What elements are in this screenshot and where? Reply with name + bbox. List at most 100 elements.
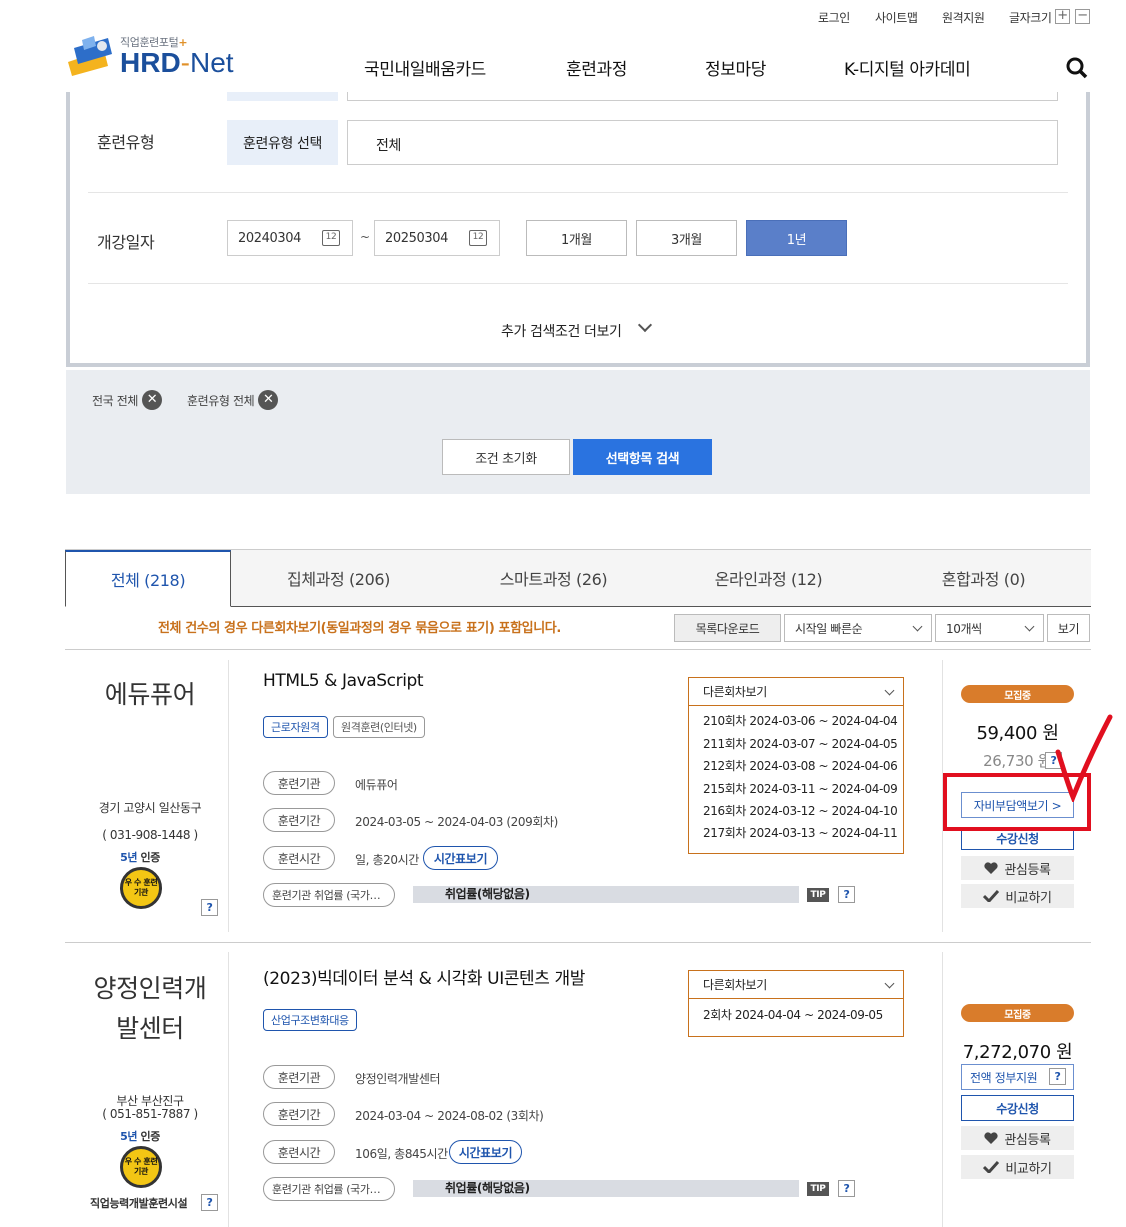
institution-name[interactable]: 에듀퓨어 bbox=[70, 675, 230, 715]
selected-filters-bar bbox=[66, 370, 1090, 494]
course-price: 7,272,070 원 bbox=[962, 1042, 1073, 1063]
heart-icon bbox=[984, 1132, 998, 1144]
list-notice: 전체 건수의 경우 다른회차보기(동일과정의 경우 묶음으로 표기) 포함입니다… bbox=[158, 621, 561, 636]
chevron-down-icon bbox=[912, 621, 923, 632]
start-date-label: 개강일자 bbox=[97, 233, 155, 252]
other-rounds-dropdown[interactable]: 다른회차보기 210회차 2024-03-06 ~ 2024-04-04 211… bbox=[688, 677, 904, 854]
tab-smart[interactable]: 스마트과정 (26) bbox=[446, 550, 661, 606]
date-tilde: ~ bbox=[360, 230, 370, 244]
timetable-button[interactable]: 시간표보기 bbox=[449, 1140, 522, 1164]
self-pay-price: 26,730 원 bbox=[983, 752, 1051, 770]
employment-rate-bar: 취업률(해당없음) bbox=[413, 886, 799, 903]
round-item[interactable]: 217회차 2024-03-13 ~ 2024-04-11 bbox=[689, 823, 903, 843]
date-from-input[interactable]: 20240304 12 bbox=[227, 220, 353, 256]
remove-chip-icon[interactable]: ✕ bbox=[258, 390, 279, 410]
org-value: 에듀퓨어 bbox=[355, 778, 398, 792]
hours-value: 일, 총20시간 bbox=[355, 853, 419, 867]
filter-chip-region: 전국 전체 ✕ bbox=[92, 390, 162, 410]
list-download-button[interactable]: 목록다운로드 bbox=[674, 614, 781, 642]
recruiting-badge: 모집중 bbox=[961, 685, 1074, 703]
excellent-institution-medal-icon: 우 수 훈련기관 bbox=[120, 867, 162, 909]
page-size-select[interactable]: 10개씩 bbox=[935, 614, 1044, 642]
gnb-k-digital[interactable]: K-디지털 아카데미 bbox=[844, 55, 971, 80]
prev-row-field[interactable] bbox=[347, 92, 1058, 101]
annotation-checkmark-icon bbox=[1055, 714, 1113, 802]
help-icon[interactable]: ? bbox=[838, 1180, 855, 1197]
tab-classroom[interactable]: 집체과정 (206) bbox=[231, 550, 446, 606]
round-item[interactable]: 211회차 2024-03-07 ~ 2024-04-05 bbox=[689, 733, 903, 756]
compare-button[interactable]: 비교하기 bbox=[961, 884, 1074, 908]
help-icon[interactable]: ? bbox=[838, 886, 855, 903]
filter-chip-type: 훈련유형 전체 ✕ bbox=[187, 390, 279, 410]
divider bbox=[88, 283, 1068, 284]
round-item[interactable]: 210회차 2024-03-06 ~ 2024-04-04 bbox=[689, 710, 903, 733]
round-item[interactable]: 212회차 2024-03-08 ~ 2024-04-06 bbox=[689, 755, 903, 778]
compare-button[interactable]: 비교하기 bbox=[961, 1155, 1074, 1179]
gnb-info[interactable]: 정보마당 bbox=[705, 55, 766, 80]
training-type-value[interactable]: 전체 bbox=[347, 120, 1058, 165]
font-size-label: 글자크기 bbox=[1009, 11, 1052, 25]
period-1month-button[interactable]: 1개월 bbox=[526, 220, 627, 256]
apply-button[interactable]: 수강신청 bbox=[961, 828, 1074, 850]
font-increase-button[interactable]: + bbox=[1055, 9, 1070, 24]
font-decrease-button[interactable]: − bbox=[1075, 9, 1090, 24]
facility-type-label: 직업능력개발훈련시설 bbox=[90, 1197, 188, 1210]
login-link[interactable]: 로그인 bbox=[818, 9, 850, 26]
gnb-card[interactable]: 국민내일배움카드 bbox=[364, 55, 486, 80]
chevron-down-icon bbox=[884, 685, 895, 696]
help-icon[interactable]: ? bbox=[201, 899, 218, 916]
date-to-input[interactable]: 20250304 12 bbox=[374, 220, 500, 256]
calendar-icon[interactable]: 12 bbox=[469, 230, 487, 246]
period-value: 2024-03-05 ~ 2024-04-03 (209회차) bbox=[355, 815, 558, 829]
tip-badge[interactable]: TIP bbox=[807, 1182, 829, 1196]
round-item[interactable]: 216회차 2024-03-12 ~ 2024-04-10 bbox=[689, 800, 903, 823]
hrd-net-logo-icon[interactable] bbox=[64, 36, 116, 76]
course-title[interactable]: HTML5 & JavaScript bbox=[263, 671, 424, 691]
timetable-button[interactable]: 시간표보기 bbox=[423, 846, 498, 870]
column-divider bbox=[942, 952, 943, 1227]
gnb-courses[interactable]: 훈련과정 bbox=[566, 55, 627, 80]
certification-label: 5년 인증 bbox=[120, 851, 160, 864]
tab-all[interactable]: 전체 (218) bbox=[65, 550, 231, 607]
other-rounds-dropdown[interactable]: 다른회차보기 2회차 2024-04-04 ~ 2024-09-05 bbox=[688, 970, 904, 1037]
institution-phone: ( 051-851-7887 ) bbox=[102, 1107, 198, 1121]
course-tag: 원격훈련(인터넷) bbox=[333, 716, 425, 738]
apply-button[interactable]: 수강신청 bbox=[961, 1095, 1074, 1121]
course-title[interactable]: (2023)빅데이터 분석 & 시각화 UI콘텐츠 개발 bbox=[263, 964, 585, 989]
more-conditions-toggle[interactable]: 추가 검색조건 더보기 bbox=[501, 321, 622, 341]
hours-value: 106일, 총845시간 bbox=[355, 1147, 448, 1161]
sitemap-link[interactable]: 사이트맵 bbox=[875, 9, 918, 26]
prev-row-select-button[interactable] bbox=[227, 92, 338, 101]
period-3month-button[interactable]: 3개월 bbox=[636, 220, 737, 256]
search-icon[interactable] bbox=[1066, 57, 1088, 83]
reset-conditions-button[interactable]: 조건 초기화 bbox=[442, 439, 570, 475]
period-1year-button[interactable]: 1년 bbox=[746, 220, 847, 256]
hours-label: 훈련시간 bbox=[263, 1140, 335, 1164]
logo-text[interactable]: HRD-Net bbox=[120, 47, 234, 79]
check-icon bbox=[983, 890, 1000, 902]
other-rounds-header[interactable]: 다른회차보기 bbox=[689, 971, 903, 999]
view-button[interactable]: 보기 bbox=[1047, 614, 1090, 642]
tab-blended[interactable]: 혼합과정 (0) bbox=[876, 550, 1091, 606]
institution-name[interactable]: 양정인력개 발센터 bbox=[70, 969, 230, 1049]
interest-button[interactable]: 관심등록 bbox=[961, 1126, 1074, 1150]
help-icon[interactable]: ? bbox=[201, 1194, 218, 1211]
remove-chip-icon[interactable]: ✕ bbox=[141, 390, 162, 410]
tab-online[interactable]: 온라인과정 (12) bbox=[661, 550, 876, 606]
training-type-select-button[interactable]: 훈련유형 선택 bbox=[227, 120, 338, 165]
period-label: 훈련기간 bbox=[263, 1102, 335, 1126]
calendar-icon[interactable]: 12 bbox=[322, 230, 340, 246]
round-item[interactable]: 215회차 2024-03-11 ~ 2024-04-09 bbox=[689, 778, 903, 801]
tip-badge[interactable]: TIP bbox=[807, 888, 829, 902]
other-rounds-header[interactable]: 다른회차보기 bbox=[689, 678, 903, 706]
help-icon[interactable]: ? bbox=[1049, 1068, 1066, 1085]
remote-support-link[interactable]: 원격지원 bbox=[942, 9, 985, 26]
search-selected-button[interactable]: 선택항목 검색 bbox=[573, 439, 712, 475]
sort-select[interactable]: 시작일 빠른순 bbox=[784, 614, 932, 642]
employment-rate-bar: 취업률(해당없음) bbox=[413, 1180, 799, 1197]
excellent-institution-medal-icon: 우 수 훈련기관 bbox=[120, 1146, 162, 1188]
round-item[interactable]: 2회차 2024-04-04 ~ 2024-09-05 bbox=[689, 1004, 903, 1027]
row-divider bbox=[65, 942, 1091, 943]
interest-button[interactable]: 관심등록 bbox=[961, 856, 1074, 880]
org-label: 훈련기관 bbox=[263, 771, 335, 795]
